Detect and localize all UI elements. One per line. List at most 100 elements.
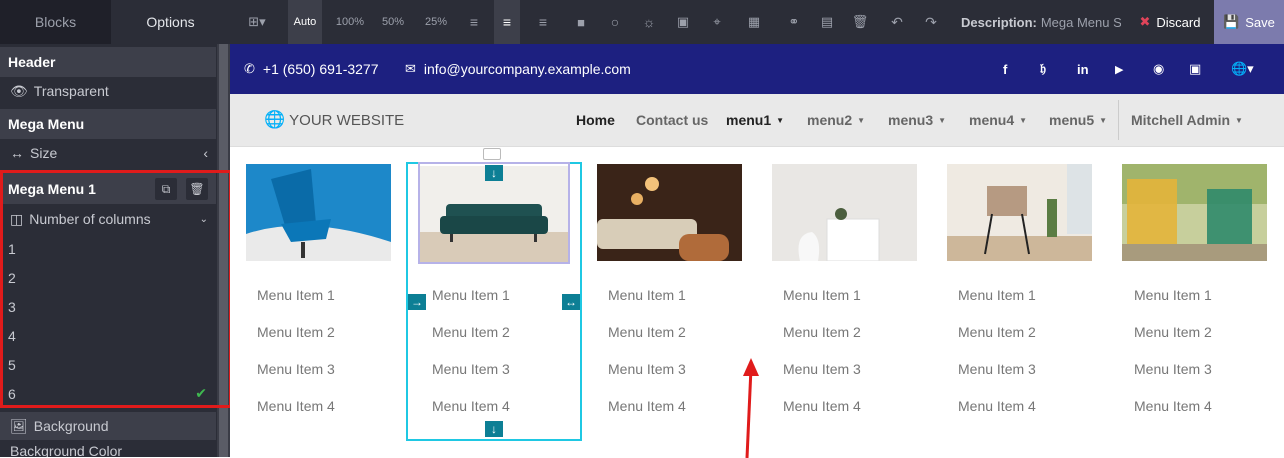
shadow-icon[interactable]: ☼ bbox=[638, 0, 660, 44]
move-right-handle-icon[interactable]: → bbox=[408, 294, 426, 310]
nav-menu5[interactable]: menu5 ▼ bbox=[1049, 94, 1107, 146]
menu-item[interactable]: Menu Item 3 bbox=[432, 361, 510, 377]
link-icon[interactable]: ⚭ bbox=[783, 0, 805, 44]
nav-home[interactable]: Home bbox=[576, 94, 615, 146]
menu-item[interactable]: Menu Item 4 bbox=[608, 398, 686, 414]
menu-item[interactable]: Menu Item 4 bbox=[783, 398, 861, 414]
align-center-icon[interactable]: ≡ bbox=[494, 0, 520, 44]
email-contact[interactable]: ✉ info@yourcompany.example.com bbox=[405, 44, 631, 94]
section-mega-menu-title[interactable]: Mega Menu bbox=[0, 109, 216, 139]
transform-icon[interactable]: ▦ bbox=[742, 0, 766, 44]
twitter-icon[interactable]: 𝔥 bbox=[1040, 44, 1046, 94]
menu-item[interactable]: Menu Item 3 bbox=[1134, 361, 1212, 377]
email-address: info@yourcompany.example.com bbox=[423, 61, 631, 77]
size-option[interactable]: ↔ Size ‹ bbox=[0, 139, 216, 167]
background-option[interactable]: 🖼 Background bbox=[0, 412, 216, 440]
white-cabinet-image[interactable] bbox=[772, 164, 917, 261]
save-label: Save bbox=[1245, 14, 1275, 30]
menu-item[interactable]: Menu Item 1 bbox=[257, 287, 335, 303]
menu-item[interactable]: Menu Item 2 bbox=[608, 324, 686, 340]
website-topbar: ✆ +1 (650) 691-3277 ✉ info@yourcompany.e… bbox=[230, 44, 1284, 94]
blue-chair-image[interactable] bbox=[246, 164, 391, 261]
phone-contact[interactable]: ✆ +1 (650) 691-3277 bbox=[244, 44, 379, 94]
mega-menu-dropdown: ↓ → ↔ ↓ Menu Item 1 Menu Item 2 Menu Ite… bbox=[230, 146, 1284, 458]
caret-down-icon: ▼ bbox=[938, 115, 947, 125]
nav-menu3[interactable]: menu3 ▼ bbox=[888, 94, 946, 146]
move-down-handle-icon[interactable]: ↓ bbox=[485, 165, 503, 181]
facebook-icon[interactable]: f bbox=[1003, 44, 1007, 94]
menu-item[interactable]: Menu Item 2 bbox=[958, 324, 1036, 340]
floppy-disk-icon: 💾 bbox=[1223, 14, 1240, 29]
undo-icon[interactable]: ↶ bbox=[886, 0, 908, 44]
menu-item[interactable]: Menu Item 2 bbox=[783, 324, 861, 340]
lamps-sofa-image[interactable] bbox=[597, 164, 742, 261]
add-element-dropdown-icon[interactable]: ⊞▾ bbox=[242, 0, 272, 44]
instagram-icon[interactable]: ▣ bbox=[1189, 44, 1201, 94]
size-label: Size bbox=[30, 145, 58, 161]
nav-menu1[interactable]: menu1 ▼ bbox=[726, 94, 784, 146]
menu-item[interactable]: Menu Item 2 bbox=[432, 324, 510, 340]
section-header-title[interactable]: Header bbox=[0, 47, 216, 77]
language-globe-icon[interactable]: 🌐▾ bbox=[1231, 44, 1254, 94]
close-icon: ✖ bbox=[1139, 14, 1151, 29]
editor-toolbar: ⊞▾ Auto 100% 50% 25% ≡ ≡ ≡ ■ ○ ☼ ▣ ⌖ ▦ ⚭… bbox=[230, 0, 1284, 44]
redo-icon[interactable]: ↷ bbox=[920, 0, 942, 44]
eye-slash-icon: 👁 bbox=[10, 82, 28, 99]
menu-item[interactable]: Menu Item 1 bbox=[608, 287, 686, 303]
website-logo[interactable]: 🌐 YOUR WEBSITE bbox=[264, 94, 404, 146]
width-auto-button[interactable]: Auto bbox=[288, 0, 322, 44]
nav-contact-us[interactable]: Contact us bbox=[636, 94, 708, 146]
menu-item[interactable]: Menu Item 3 bbox=[257, 361, 335, 377]
phone-icon: ✆ bbox=[244, 61, 255, 76]
width-50-button[interactable]: 50% bbox=[373, 0, 413, 44]
image-icon: 🖼 bbox=[10, 417, 28, 434]
image-settings-icon[interactable]: ▤ bbox=[816, 0, 838, 44]
outdoor-chairs-image[interactable] bbox=[1122, 164, 1267, 261]
menu-item[interactable]: Menu Item 1 bbox=[1134, 287, 1212, 303]
background-label: Background bbox=[33, 418, 109, 434]
crop-icon[interactable]: ⌖ bbox=[706, 0, 728, 44]
youtube-icon[interactable]: ▶ bbox=[1115, 44, 1123, 94]
arrows-horizontal-icon: ↔ bbox=[10, 145, 24, 161]
transparent-option[interactable]: 👁 Transparent bbox=[0, 77, 216, 105]
nav-user-menu[interactable]: Mitchell Admin ▼ bbox=[1131, 94, 1243, 146]
width-100-button[interactable]: 100% bbox=[330, 0, 370, 44]
resize-horizontal-handle-icon[interactable]: ↔ bbox=[562, 294, 580, 310]
menu-item[interactable]: Menu Item 1 bbox=[958, 287, 1036, 303]
menu-item[interactable]: Menu Item 4 bbox=[257, 398, 335, 414]
menu-item[interactable]: Menu Item 3 bbox=[608, 361, 686, 377]
square-shape-icon[interactable]: ■ bbox=[570, 0, 592, 44]
website-navbar: 🌐 YOUR WEBSITE Home Contact us menu1 ▼ me… bbox=[230, 94, 1284, 146]
circle-shape-icon[interactable]: ○ bbox=[604, 0, 626, 44]
nav-menu4[interactable]: menu4 ▼ bbox=[969, 94, 1027, 146]
lounge-chair-image[interactable] bbox=[947, 164, 1092, 261]
width-25-button[interactable]: 25% bbox=[416, 0, 456, 44]
menu-item[interactable]: Menu Item 4 bbox=[1134, 398, 1212, 414]
menu-item[interactable]: Menu Item 3 bbox=[958, 361, 1036, 377]
menu-item[interactable]: Menu Item 2 bbox=[257, 324, 335, 340]
menu-item[interactable]: Menu Item 1 bbox=[783, 287, 861, 303]
background-color-option[interactable]: Background Color bbox=[0, 443, 216, 457]
menu-item[interactable]: Menu Item 4 bbox=[958, 398, 1036, 414]
menu-item[interactable]: Menu Item 3 bbox=[783, 361, 861, 377]
highlight-annotation-box bbox=[0, 170, 232, 408]
replace-image-icon[interactable]: ▣ bbox=[672, 0, 694, 44]
linkedin-icon[interactable]: in bbox=[1077, 44, 1089, 94]
description-field[interactable]: Description: Mega Menu Sty bbox=[961, 0, 1121, 44]
editor-sidebar: Blocks Options Header 👁 Transparent Mega… bbox=[0, 0, 232, 457]
nav-menu2[interactable]: menu2 ▼ bbox=[807, 94, 865, 146]
tab-blocks[interactable]: Blocks bbox=[0, 0, 111, 44]
github-icon[interactable]: ◉ bbox=[1153, 44, 1164, 94]
tab-options[interactable]: Options bbox=[111, 0, 230, 44]
menu-item[interactable]: Menu Item 4 bbox=[432, 398, 510, 414]
save-button[interactable]: 💾 Save bbox=[1214, 0, 1284, 44]
align-left-icon[interactable]: ≡ bbox=[462, 0, 486, 44]
menu-item[interactable]: Menu Item 1 bbox=[432, 287, 510, 303]
discard-button[interactable]: ✖ Discard bbox=[1126, 0, 1214, 44]
drag-grip-icon[interactable] bbox=[483, 148, 501, 160]
delete-icon[interactable]: 🗑 bbox=[849, 0, 871, 44]
menu-item[interactable]: Menu Item 2 bbox=[1134, 324, 1212, 340]
move-down-handle-bottom-icon[interactable]: ↓ bbox=[485, 421, 503, 437]
sidebar-tabs: Blocks Options bbox=[0, 0, 230, 44]
align-right-icon[interactable]: ≡ bbox=[530, 0, 556, 44]
